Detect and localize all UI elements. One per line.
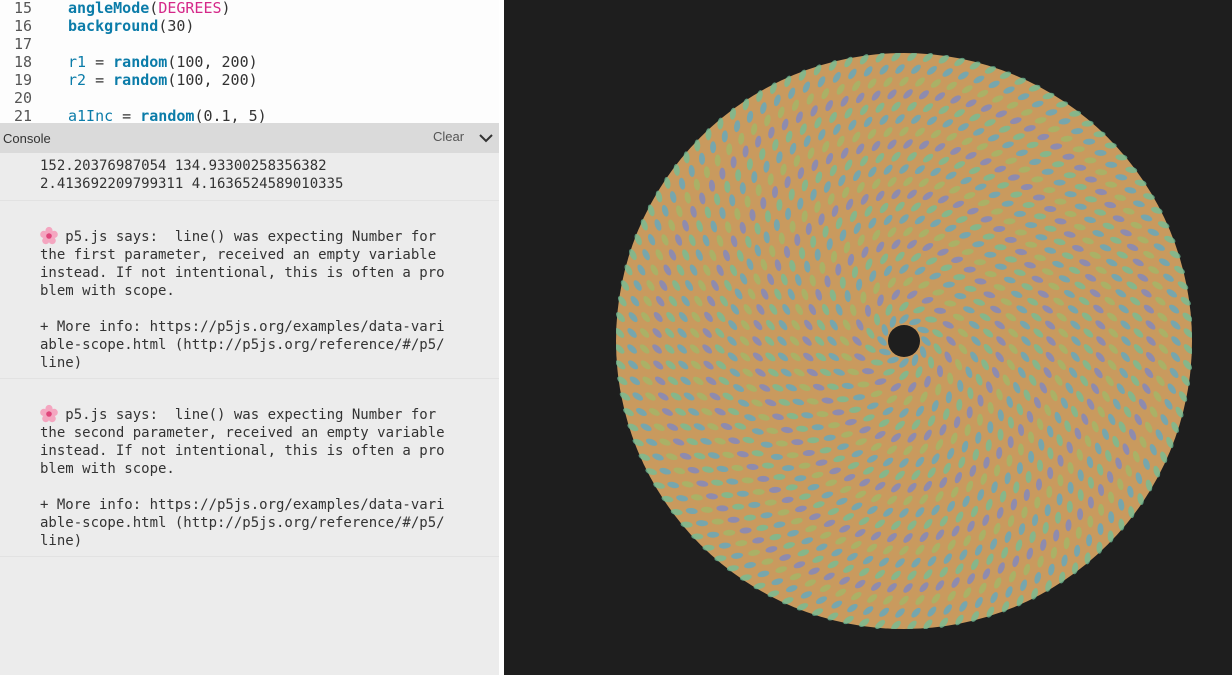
line-code: r1 = random(100, 200) [68, 53, 258, 71]
line-code: r2 = random(100, 200) [68, 71, 258, 89]
code-token: ) [221, 0, 231, 17]
console-log-text: 152.20376987054 134.93300258356382 2.413… [40, 158, 344, 192]
code-token: r1 [68, 53, 87, 71]
sketch-canvas[interactable] [616, 53, 1192, 629]
code-line[interactable]: 15 angleMode(DEGREES) [0, 0, 499, 17]
chevron-down-icon[interactable] [478, 131, 494, 145]
code-token: DEGREES [158, 0, 222, 17]
code-editor[interactable]: 15 angleMode(DEGREES) 16 background(30) 17 18… [0, 0, 499, 123]
code-line[interactable]: 16 background(30) [0, 17, 499, 35]
console-warning-text: p5.js says: line() was expecting Number … [40, 229, 445, 371]
left-pane: 15 angleMode(DEGREES) 16 background(30) 17 18… [0, 0, 499, 675]
code-token: (30) [158, 17, 195, 35]
line-number: 21 [13, 107, 32, 123]
code-token: = [113, 107, 141, 123]
code-token: (100, 200) [167, 71, 258, 89]
code-token: = [86, 71, 114, 89]
code-token: (100, 200) [167, 53, 258, 71]
console-header: Console Clear [0, 123, 499, 153]
code-token: angleMode [68, 0, 150, 17]
console-warning-entry: p5.js says: line() was expecting Number … [0, 379, 499, 557]
mandala-center-hole [888, 325, 920, 357]
console-log-entry: 152.20376987054 134.93300258356382 2.413… [0, 153, 499, 201]
code-token: a1Inc [68, 107, 114, 123]
code-line[interactable]: 20 [0, 89, 499, 107]
console-warning-text: p5.js says: line() was expecting Number … [40, 407, 445, 549]
code-line[interactable]: 17 [0, 35, 499, 53]
code-line[interactable]: 21 a1Inc = random(0.1, 5) [0, 107, 499, 123]
code-line[interactable]: 19 r2 = random(100, 200) [0, 71, 499, 89]
console-warning-entry: p5.js says: line() was expecting Number … [0, 201, 499, 379]
clear-console-button[interactable]: Clear [433, 129, 464, 147]
code-token: = [86, 53, 114, 71]
code-token: background [68, 17, 159, 35]
code-token: random [140, 107, 195, 123]
line-code: a1Inc = random(0.1, 5) [68, 107, 267, 123]
code-line[interactable]: 18 r1 = random(100, 200) [0, 53, 499, 71]
code-token: r2 [68, 71, 87, 89]
line-number: 19 [13, 71, 32, 89]
line-number: 16 [13, 17, 32, 35]
console-body: 152.20376987054 134.93300258356382 2.413… [0, 153, 499, 675]
line-code: background(30) [68, 17, 194, 35]
line-number: 20 [13, 89, 32, 107]
code-token: random [113, 53, 168, 71]
code-token: (0.1, 5) [194, 107, 267, 123]
line-number: 18 [13, 53, 32, 71]
line-number: 15 [13, 0, 32, 17]
line-code: angleMode(DEGREES) [68, 0, 231, 17]
code-token: ( [149, 0, 159, 17]
line-number: 17 [13, 35, 32, 53]
code-token: random [113, 71, 168, 89]
console-title: Console [3, 131, 51, 146]
